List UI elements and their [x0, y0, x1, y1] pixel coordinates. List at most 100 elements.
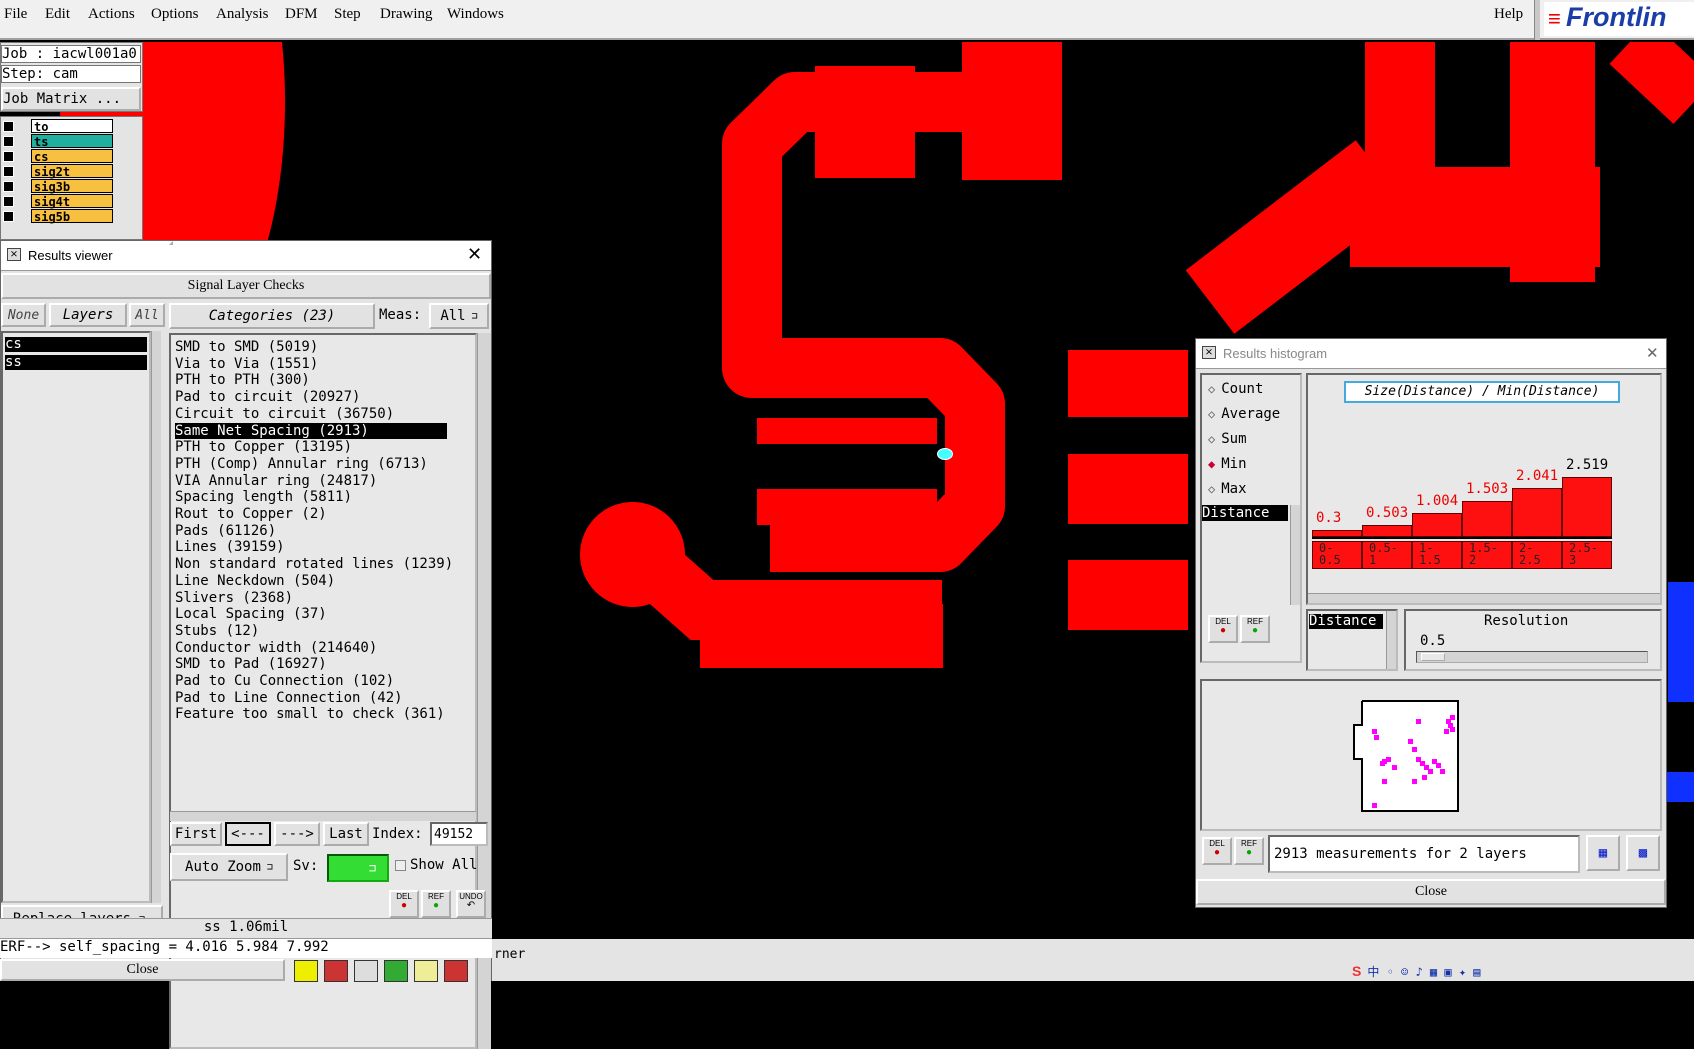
- layer-checkbox[interactable]: [3, 211, 14, 222]
- layer-row[interactable]: sig2t: [1, 164, 116, 179]
- radio-icon[interactable]: ◇: [1208, 382, 1215, 396]
- categories-hscrollbar[interactable]: [170, 811, 476, 821]
- layer-checkbox[interactable]: [3, 196, 14, 207]
- menu-dfm[interactable]: DFM: [285, 6, 318, 23]
- prev-button[interactable]: <---: [225, 822, 271, 846]
- del-button[interactable]: DEL ●: [1202, 837, 1232, 865]
- histogram-option[interactable]: ◇ Average: [1208, 406, 1280, 426]
- toolbar-icon[interactable]: [354, 960, 378, 982]
- layer-row[interactable]: cs: [1, 149, 116, 164]
- menu-file[interactable]: File: [4, 6, 27, 23]
- layers-all-button[interactable]: All: [129, 303, 165, 327]
- histogram-bin-label[interactable]: 1.5- 2: [1462, 541, 1512, 569]
- selected-layer-item[interactable]: ss: [5, 355, 147, 370]
- close-icon[interactable]: ✕: [1646, 344, 1659, 362]
- category-item[interactable]: Feature too small to check (361): [175, 706, 447, 722]
- del-button[interactable]: DEL ●: [1208, 615, 1238, 643]
- category-item[interactable]: Via to Via (1551): [175, 356, 447, 372]
- index-input[interactable]: [430, 822, 488, 846]
- layer-row[interactable]: ts: [1, 134, 116, 149]
- sv-color-selector[interactable]: ⊐: [327, 854, 389, 882]
- layer-name[interactable]: sig3b: [31, 179, 113, 194]
- toolbar-icon[interactable]: [444, 960, 468, 982]
- category-item[interactable]: Spacing length (5811): [175, 489, 447, 505]
- category-item[interactable]: PTH to Copper (13195): [175, 439, 447, 455]
- layers-button[interactable]: Layers: [49, 303, 127, 327]
- toolbar-icon[interactable]: [384, 960, 408, 982]
- radio-icon[interactable]: ◇: [1208, 432, 1215, 446]
- ref-button[interactable]: REF ●: [421, 890, 451, 918]
- results-close-button[interactable]: Close: [0, 959, 285, 981]
- error-marker[interactable]: [937, 448, 953, 460]
- category-item[interactable]: Lines (39159): [175, 539, 447, 555]
- histogram-option[interactable]: ◇ Max: [1208, 481, 1247, 501]
- layer-row[interactable]: sig3b: [1, 179, 116, 194]
- signal-layer-checks-header[interactable]: Signal Layer Checks: [1, 273, 491, 299]
- next-button[interactable]: --->: [274, 822, 320, 846]
- histogram-bar[interactable]: [1312, 529, 1362, 537]
- resolution-field-scrollbar[interactable]: [1386, 611, 1396, 669]
- layer-checkbox[interactable]: [3, 121, 14, 132]
- histogram-bar[interactable]: [1512, 488, 1562, 537]
- last-button[interactable]: Last: [323, 822, 369, 846]
- category-item[interactable]: Conductor width (214640): [175, 640, 447, 656]
- histogram-bin-label[interactable]: 1- 1.5: [1412, 541, 1462, 569]
- layer-name[interactable]: sig5b: [31, 209, 113, 224]
- ref-button[interactable]: REF ●: [1234, 837, 1264, 865]
- category-item[interactable]: Circuit to circuit (36750): [175, 406, 447, 422]
- menu-windows[interactable]: Windows: [447, 6, 504, 23]
- histogram-bar[interactable]: [1362, 525, 1412, 537]
- histogram-bin-label[interactable]: 2- 2.5: [1512, 541, 1562, 569]
- category-item[interactable]: Pad to circuit (20927): [175, 389, 447, 405]
- layer-row[interactable]: sig4t: [1, 194, 116, 209]
- histogram-bin-label[interactable]: 0.5- 1: [1362, 541, 1412, 569]
- ref-button[interactable]: REF ●: [1240, 615, 1270, 643]
- del-button[interactable]: DEL ●: [389, 890, 419, 918]
- layers-none-button[interactable]: None: [1, 303, 46, 327]
- histogram-option[interactable]: ◇ Count: [1208, 381, 1263, 401]
- radio-icon[interactable]: ◆: [1208, 457, 1215, 471]
- category-item[interactable]: Pad to Line Connection (42): [175, 690, 447, 706]
- histogram-bar[interactable]: [1562, 477, 1612, 537]
- layer-name[interactable]: sig4t: [31, 194, 113, 209]
- selected-layer-item[interactable]: cs: [5, 337, 147, 352]
- histogram-close-button[interactable]: Close: [1196, 879, 1666, 905]
- category-item[interactable]: Line Neckdown (504): [175, 573, 447, 589]
- toolbar-icon[interactable]: [294, 960, 318, 982]
- resolution-field-item[interactable]: Distance: [1309, 614, 1383, 629]
- job-matrix-button[interactable]: Job Matrix ...: [1, 87, 141, 111]
- category-item[interactable]: Local Spacing (37): [175, 606, 447, 622]
- menu-analysis[interactable]: Analysis: [216, 6, 269, 23]
- resolution-field-list[interactable]: Distance: [1306, 609, 1398, 671]
- measure-list-scrollbar[interactable]: [1290, 505, 1300, 605]
- meas-dropdown[interactable]: All ⊐: [429, 303, 489, 329]
- category-item[interactable]: Pad to Cu Connection (102): [175, 673, 447, 689]
- histogram-bar[interactable]: [1462, 501, 1512, 537]
- radio-icon[interactable]: ◇: [1208, 407, 1215, 421]
- menu-options[interactable]: Options: [151, 6, 199, 23]
- layer-name[interactable]: to: [31, 119, 113, 134]
- category-item[interactable]: SMD to SMD (5019): [175, 339, 447, 355]
- selected-layers-list[interactable]: cs ss: [1, 331, 151, 903]
- layer-checkbox[interactable]: [3, 181, 14, 192]
- category-item[interactable]: PTH to PTH (300): [175, 372, 447, 388]
- close-icon[interactable]: ✕: [467, 244, 482, 265]
- chart-export-icon[interactable]: ▦: [1586, 835, 1620, 871]
- category-item[interactable]: Pads (61126): [175, 523, 447, 539]
- category-item[interactable]: VIA Annular ring (24817): [175, 473, 447, 489]
- first-button[interactable]: First: [170, 822, 222, 846]
- histogram-bin-label[interactable]: 2.5- 3: [1562, 541, 1612, 569]
- layer-checkbox[interactable]: [3, 151, 14, 162]
- measure-list-item[interactable]: Distance: [1202, 505, 1288, 521]
- chart-view-icon[interactable]: ▩: [1626, 835, 1660, 871]
- auto-zoom-dropdown[interactable]: Auto Zoom ⊐: [170, 853, 288, 881]
- category-item[interactable]: Slivers (2368): [175, 590, 447, 606]
- radio-icon[interactable]: ◇: [1208, 482, 1215, 496]
- layer-name[interactable]: cs: [31, 149, 113, 164]
- layer-checkbox[interactable]: [3, 166, 14, 177]
- layer-checkbox[interactable]: [3, 136, 14, 147]
- layers-scrollbar[interactable]: [151, 331, 161, 903]
- category-item[interactable]: Stubs (12): [175, 623, 447, 639]
- ime-toolbar[interactable]: S 中 ◦ ☺ ♪ ▦ ▣ ✦ ▤: [1352, 961, 1592, 981]
- histogram-bar[interactable]: [1412, 513, 1462, 537]
